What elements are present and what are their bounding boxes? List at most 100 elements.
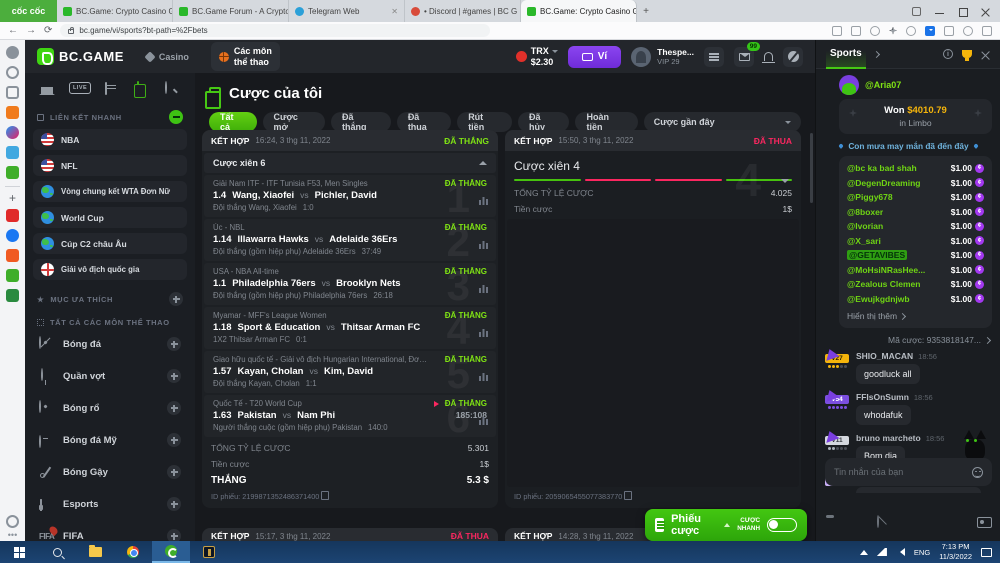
shopee-icon[interactable] <box>6 249 19 262</box>
nav-sports[interactable]: Các mônthể thao <box>211 42 280 71</box>
avatar[interactable] <box>839 75 859 95</box>
tab-bcgame-forum[interactable]: BC.Game Forum - A Cryptoc.✕ <box>173 0 289 22</box>
taskbar-search-icon[interactable] <box>38 541 76 563</box>
facebook-icon[interactable] <box>6 229 19 242</box>
history-icon[interactable] <box>6 66 19 79</box>
stats-icon[interactable] <box>479 241 488 249</box>
trophy-icon[interactable] <box>962 50 972 58</box>
inbox-button[interactable]: 99 <box>734 47 754 67</box>
crown-app-icon[interactable] <box>6 106 19 119</box>
coccoc-taskbar-icon[interactable] <box>152 541 190 563</box>
bet-code-link[interactable]: Mã cược: 9353818147... <box>827 335 990 345</box>
filter-all[interactable]: Tất cả <box>209 112 257 132</box>
minimize-button[interactable] <box>935 7 944 16</box>
more-options-icon[interactable]: ••• <box>8 533 17 537</box>
tab-discord[interactable]: • Discord | #games | BC G✕ <box>405 0 521 22</box>
downloads-icon[interactable] <box>982 26 992 36</box>
sidebar-item-wta[interactable]: Vòng chung kết WTA Đơn Nữ <box>33 181 187 202</box>
add-favorite-button[interactable] <box>169 292 183 306</box>
tab-bcgame-active[interactable]: BC.Game: Crypto Casino Gai✕ <box>521 0 637 22</box>
my-bets-icon[interactable] <box>135 81 151 95</box>
download-manager-icon[interactable] <box>925 26 935 36</box>
feed-icon[interactable] <box>6 86 19 99</box>
copy-icon[interactable] <box>626 493 632 500</box>
stats-icon[interactable] <box>479 373 488 381</box>
show-more-link[interactable]: Hiển thị thêm <box>847 306 984 323</box>
bet-card-partial[interactable]: KẾT HỢP 15:17, 3 thg 11, 2022 ĐÃ THUA <box>202 528 498 541</box>
user-profile[interactable]: Thespe... VIP 29 <box>631 47 694 67</box>
rules-icon[interactable] <box>877 515 879 528</box>
schedule-calendar-icon[interactable] <box>105 81 121 95</box>
vip-progress-icon[interactable] <box>704 47 724 67</box>
settings-gear-icon[interactable] <box>6 46 19 59</box>
expand-esports-button[interactable] <box>167 497 181 511</box>
gamepad-icon[interactable] <box>6 166 19 179</box>
stats-icon[interactable] <box>479 417 488 425</box>
live-icon[interactable]: LIVE <box>69 82 91 94</box>
translate-icon[interactable] <box>851 26 861 36</box>
new-tab-button[interactable]: + <box>637 0 655 22</box>
file-explorer-icon[interactable] <box>76 541 114 563</box>
youtube-icon[interactable] <box>6 209 19 222</box>
network-icon[interactable] <box>877 548 887 556</box>
sidebar-item-esports[interactable]: Esports <box>33 492 187 516</box>
expand-basketball-button[interactable] <box>167 401 181 415</box>
stats-icon[interactable] <box>479 329 488 337</box>
search-icon[interactable] <box>165 81 181 95</box>
bell-icon[interactable] <box>764 52 773 61</box>
filter-refund[interactable]: Hoàn tiền <box>575 112 637 132</box>
filter-won[interactable]: Đã thắng <box>331 112 391 132</box>
expand-american-football-button[interactable] <box>167 433 181 447</box>
maximize-button[interactable] <box>958 7 967 16</box>
sidebar-item-tennis[interactable]: Quần vợt <box>33 364 187 388</box>
forward-button[interactable]: → <box>26 25 36 36</box>
filter-cashout[interactable]: Rút tiền <box>457 112 512 132</box>
share-icon[interactable] <box>870 26 880 36</box>
url-field[interactable]: bc.game/vi/sports?bt-path=%2Fbets <box>60 24 490 37</box>
tray-expand-icon[interactable] <box>860 546 868 555</box>
tab-close-icon[interactable]: ✕ <box>391 7 398 16</box>
chat-tab-sports[interactable]: Sports <box>826 40 866 69</box>
filter-cancelled[interactable]: Đã hủy <box>518 112 569 132</box>
filter-open[interactable]: Cược mở <box>263 112 326 132</box>
nav-casino[interactable]: Casino <box>138 48 197 66</box>
garden-app-icon[interactable] <box>6 269 19 282</box>
messenger-icon[interactable] <box>6 126 19 139</box>
reading-mode-icon[interactable] <box>912 7 921 16</box>
copy-icon[interactable] <box>323 493 329 500</box>
scrollbar-thumb[interactable] <box>810 133 813 203</box>
league-of-legends-icon[interactable] <box>190 541 228 563</box>
emoji-icon[interactable] <box>972 467 983 478</box>
sidebar-item-worldcup[interactable]: World Cup <box>33 207 187 228</box>
sidebar-item-fifa[interactable]: FIFAFIFA <box>33 524 187 541</box>
close-chat-icon[interactable] <box>981 50 990 59</box>
expand-fifa-button[interactable] <box>167 529 181 541</box>
expand-tennis-button[interactable] <box>167 369 181 383</box>
screenshot-icon[interactable] <box>832 26 842 36</box>
zalo-icon[interactable] <box>6 146 19 159</box>
parlay-toggle[interactable]: Cược xiên 6 <box>204 153 496 173</box>
chevron-right-icon[interactable] <box>873 50 880 57</box>
bcgame-logo[interactable]: BC.GAME <box>37 48 124 65</box>
chrome-icon[interactable] <box>114 541 152 563</box>
language-indicator[interactable]: ENG <box>914 548 930 557</box>
sidebar-item-football[interactable]: Bóng đá <box>33 332 187 356</box>
sidebar-item-national-league[interactable]: Giải vô địch quốc gia <box>33 259 187 280</box>
gif-picker-icon[interactable] <box>977 517 992 528</box>
sidebar-item-american-football[interactable]: Bóng đá Mỹ <box>33 428 187 452</box>
wallet-button[interactable]: Ví <box>568 46 621 68</box>
parlay-toggle[interactable]: Cược xiên 4 4 <box>505 151 801 177</box>
bookmark-star-icon[interactable] <box>889 27 897 35</box>
shield-icon[interactable] <box>906 26 916 36</box>
sidebar-item-cricket[interactable]: Bóng Gậy <box>33 460 187 484</box>
tab-bcgame-1[interactable]: BC.Game: Crypto Casino Gan✕ <box>57 0 173 22</box>
chat-input[interactable] <box>834 467 972 477</box>
expand-football-button[interactable] <box>167 337 181 351</box>
notification-bell-icon[interactable] <box>6 515 19 528</box>
stats-icon[interactable] <box>479 197 488 205</box>
stats-icon[interactable] <box>479 285 488 293</box>
extensions-icon[interactable] <box>944 26 954 36</box>
leaf-app-icon[interactable] <box>6 289 19 302</box>
sort-dropdown[interactable]: Cược gần đây <box>644 112 801 132</box>
sidebar-item-nfl[interactable]: NFL <box>33 155 187 176</box>
